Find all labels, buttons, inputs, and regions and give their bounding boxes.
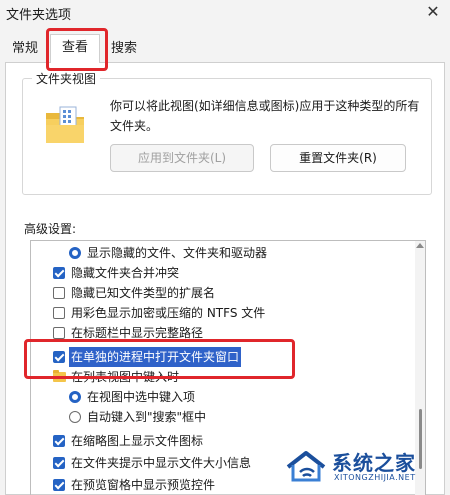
list-item-label: 隐藏文件夹合并冲突 [71,266,180,280]
list-item-label: 隐藏已知文件类型的扩展名 [71,286,216,300]
watermark: 系统之家 XITONGZHIJIA.NET [284,445,444,489]
tab-general[interactable]: 常规 [5,38,45,62]
list-item-selected[interactable]: 在单独的进程中打开文件夹窗口 [31,347,415,367]
tab-search[interactable]: 搜索 [104,38,144,62]
radio-button[interactable] [69,247,81,259]
window-title: 文件夹选项 [6,8,72,23]
list-item-label: 在缩略图上显示文件图标 [71,434,204,448]
list-item[interactable]: 隐藏已知文件类型的扩展名 [31,283,415,303]
folder-icon [53,370,66,382]
list-item-label: 在视图中选中键入项 [87,390,196,404]
list-item[interactable]: 隐藏文件夹合并冲突 [31,263,415,283]
reset-folders-button[interactable]: 重置文件夹(R) [270,144,406,172]
tab-bar: 常规 查看 搜索 [0,34,450,63]
checkbox[interactable] [53,351,65,363]
folder-views-icon [46,106,84,143]
list-item-label: 在预览窗格中显示预览控件 [71,478,216,492]
close-icon[interactable]: ✕ [424,3,442,21]
list-item[interactable]: 用彩色显示加密或压缩的 NTFS 文件 [31,303,415,323]
list-item-label: 显示隐藏的文件、文件夹和驱动器 [87,246,268,260]
list-item[interactable]: 在标题栏中显示完整路径 [31,323,415,343]
tab-view[interactable]: 查看 [50,34,100,63]
folder-views-description: 你可以将此视图(如详细信息或图标)应用于这种类型的所有文件夹。 [110,99,420,133]
folder-views-title: 文件夹视图 [32,70,101,87]
list-item-label: 自动键入到"搜索"框中 [87,410,207,424]
list-item[interactable]: 显示隐藏的文件、文件夹和驱动器 [31,243,415,263]
checkbox[interactable] [53,457,65,469]
list-item[interactable]: 自动键入到"搜索"框中 [31,407,415,427]
scroll-up-arrow-icon[interactable] [416,243,424,248]
checkbox[interactable] [53,327,65,339]
list-item-label: 在列表视图中键入时 [71,370,180,384]
list-item-label: 在标题栏中显示完整路径 [71,326,204,340]
list-item[interactable]: 在列表视图中键入时 [31,367,415,387]
checkbox[interactable] [53,479,65,491]
apply-to-folders-button[interactable]: 应用到文件夹(L) [110,144,254,172]
radio-button[interactable] [69,391,81,403]
list-item-label: 用彩色显示加密或压缩的 NTFS 文件 [71,306,266,320]
advanced-settings-label: 高级设置: [24,222,77,236]
checkbox[interactable] [53,287,65,299]
radio-button[interactable] [69,411,81,423]
list-item[interactable]: 在视图中选中键入项 [31,387,415,407]
checkbox[interactable] [53,307,65,319]
watermark-url: XITONGZHIJIA.NET [334,473,416,482]
list-item-label: 在文件夹提示中显示文件大小信息 [71,456,252,470]
house-logo-icon [286,451,326,482]
checkbox[interactable] [53,435,65,447]
list-item-label: 在单独的进程中打开文件夹窗口 [69,347,242,367]
watermark-name: 系统之家 [332,451,416,475]
title-bar: 文件夹选项 ✕ [0,0,450,28]
checkbox[interactable] [53,267,65,279]
